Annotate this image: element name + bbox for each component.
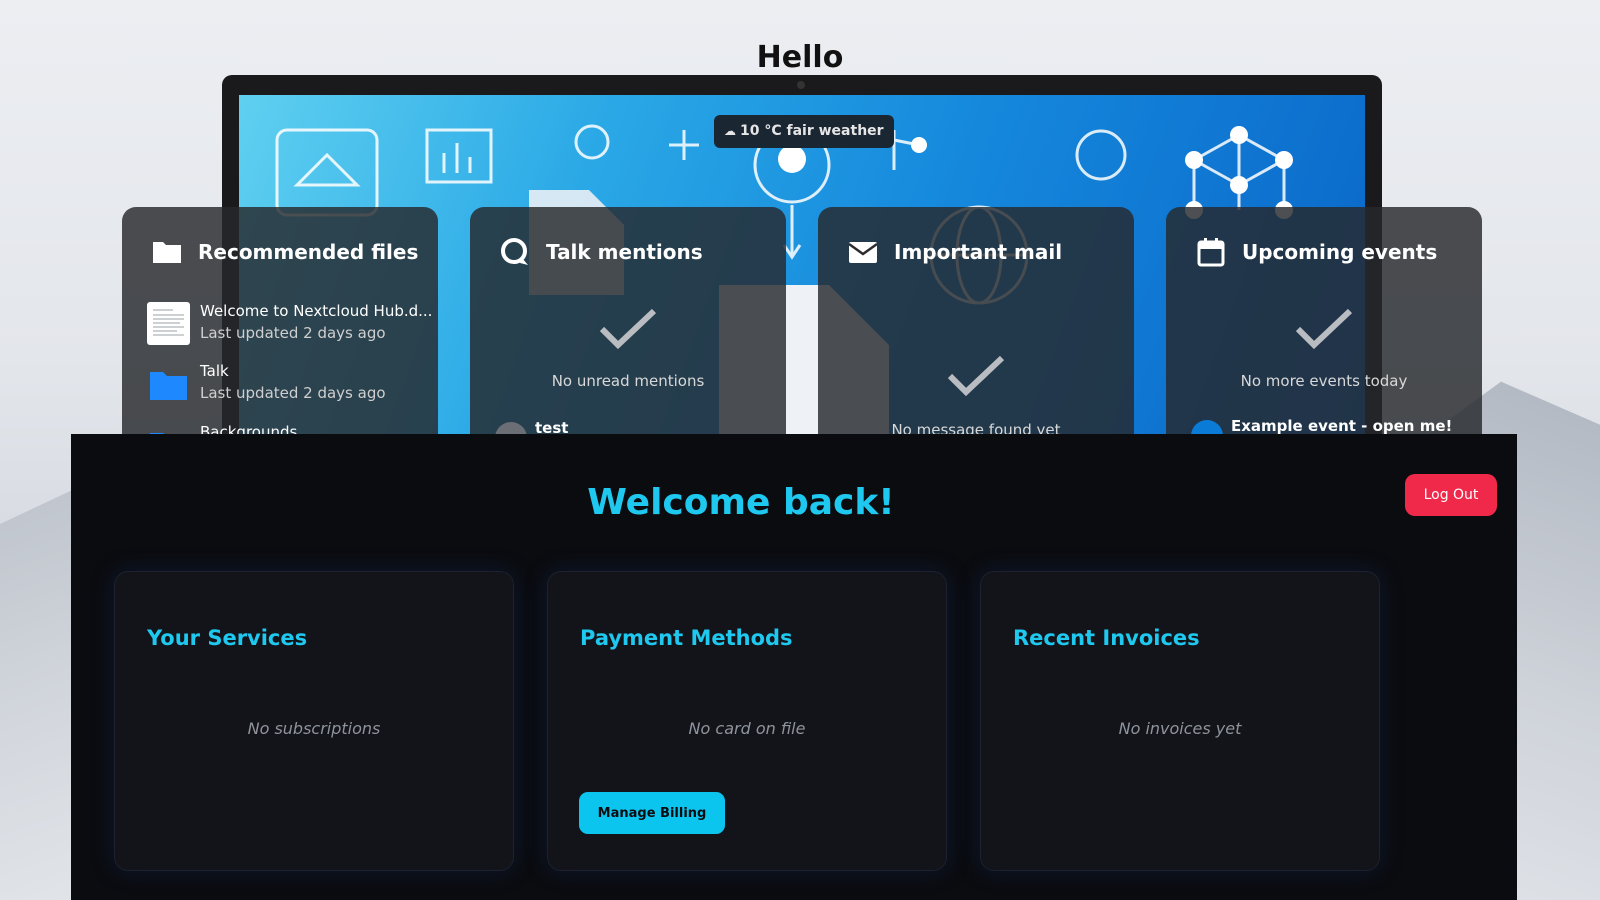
widget-header: Recommended files bbox=[152, 237, 418, 267]
widget-title: Talk mentions bbox=[546, 240, 703, 264]
manage-billing-button[interactable]: Manage Billing bbox=[579, 792, 725, 834]
widget-important-mail: Important mail No message found yet bbox=[818, 207, 1134, 437]
empty-state-text: No unread mentions bbox=[551, 372, 705, 390]
widget-title: Upcoming events bbox=[1242, 240, 1438, 264]
widget-recommended-files: Recommended files Welcome to Nextcloud H… bbox=[122, 207, 438, 437]
file-updated: Last updated 2 days ago bbox=[200, 384, 386, 402]
billing-portal: Welcome back! Log Out Your Services No s… bbox=[71, 434, 1517, 900]
empty-state-text: No more events today bbox=[1240, 372, 1408, 390]
widget-header: Upcoming events bbox=[1196, 237, 1437, 267]
empty-state-text: No card on file bbox=[688, 719, 806, 738]
talk-icon bbox=[500, 237, 530, 267]
widget-header: Talk mentions bbox=[500, 237, 703, 267]
widget-upcoming-events: Upcoming events No more events today Exa… bbox=[1166, 207, 1482, 437]
event-item[interactable]: Example event - open me! bbox=[1231, 417, 1452, 435]
checkmark-icon bbox=[599, 308, 657, 350]
widget-title: Recommended files bbox=[198, 240, 419, 264]
card-title: Payment Methods bbox=[580, 626, 793, 650]
mail-icon bbox=[848, 237, 878, 267]
file-name: Welcome to Nextcloud Hub.d... bbox=[200, 302, 433, 320]
folder-icon bbox=[152, 237, 182, 267]
card-payment-methods: Payment Methods No card on file Manage B… bbox=[547, 571, 947, 871]
widget-talk-mentions: Talk mentions No unread mentions test bbox=[470, 207, 786, 437]
empty-state-text: No subscriptions bbox=[247, 719, 381, 738]
widget-title: Important mail bbox=[894, 240, 1063, 264]
weather-text: 10 °C fair weather bbox=[740, 123, 884, 139]
document-thumbnail bbox=[147, 302, 190, 345]
card-your-services: Your Services No subscriptions bbox=[114, 571, 514, 871]
calendar-icon bbox=[1196, 237, 1226, 267]
logout-button[interactable]: Log Out bbox=[1405, 474, 1497, 516]
file-item[interactable]: Talk Last updated 2 days ago bbox=[147, 362, 386, 405]
folder-icon bbox=[147, 362, 190, 405]
card-title: Recent Invoices bbox=[1013, 626, 1200, 650]
checkmark-icon bbox=[947, 355, 1005, 397]
empty-state-text: No invoices yet bbox=[1118, 719, 1242, 738]
file-item[interactable]: Welcome to Nextcloud Hub.d... Last updat… bbox=[147, 302, 432, 345]
widget-header: Important mail bbox=[848, 237, 1062, 267]
card-recent-invoices: Recent Invoices No invoices yet bbox=[980, 571, 1380, 871]
file-name: Talk bbox=[200, 362, 229, 380]
checkmark-icon bbox=[1295, 308, 1353, 350]
weather-status[interactable]: ☁ 10 °C fair weather bbox=[714, 115, 894, 148]
card-title: Your Services bbox=[147, 626, 308, 650]
file-updated: Last updated 2 days ago bbox=[200, 324, 386, 342]
cloud-sun-icon: ☁ bbox=[724, 124, 736, 138]
dashboard-greeting: Hello bbox=[756, 40, 844, 75]
welcome-heading: Welcome back! bbox=[587, 482, 895, 523]
monitor-camera bbox=[797, 81, 805, 89]
